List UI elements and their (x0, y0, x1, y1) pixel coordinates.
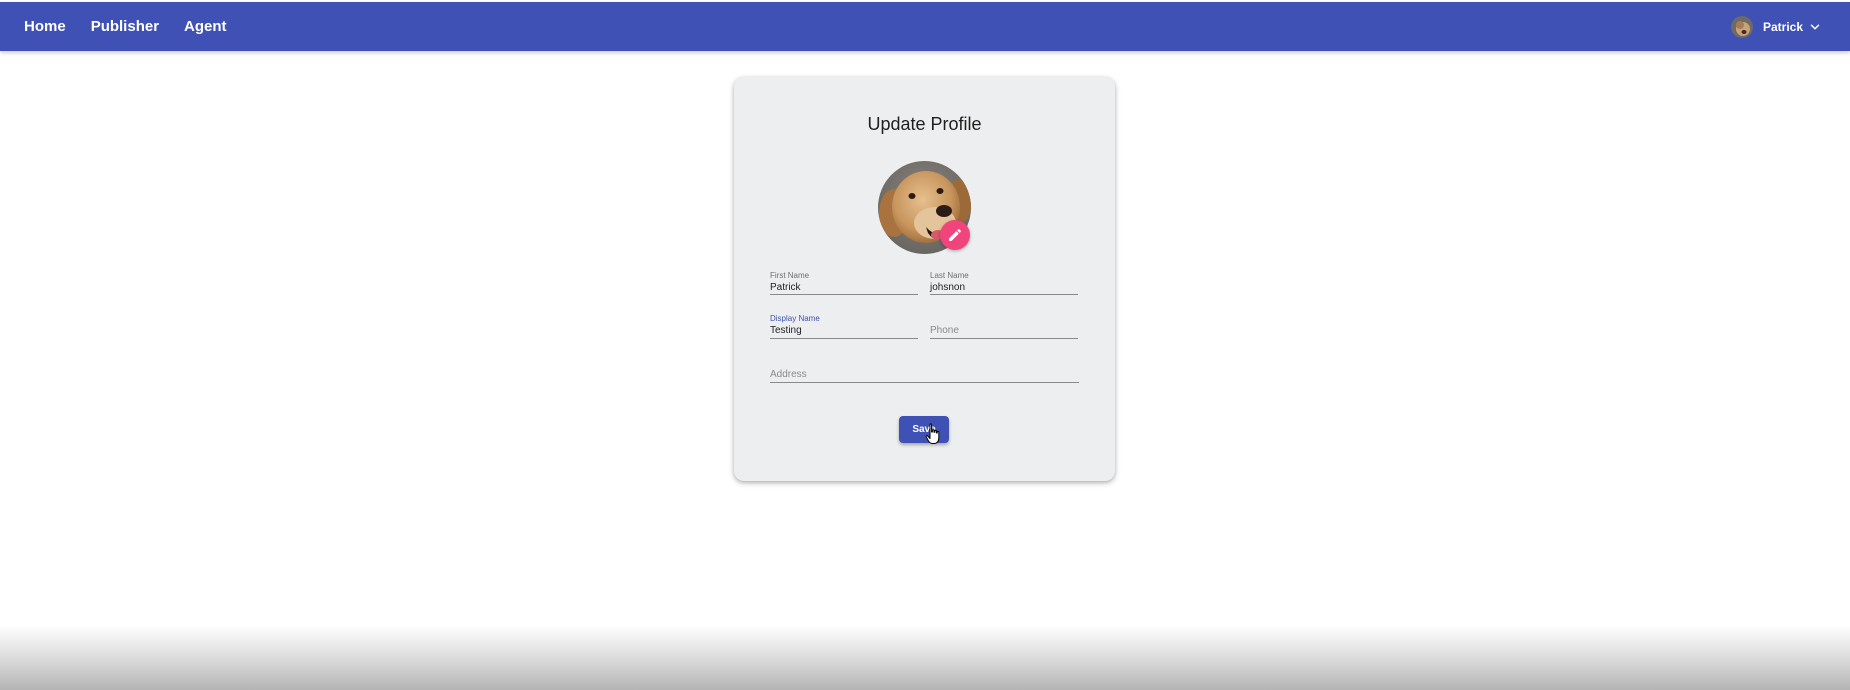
nav-link-agent[interactable]: Agent (184, 18, 227, 35)
update-profile-card: Update Profile First Name Patrick Last N… (734, 77, 1115, 481)
display-name-label: Display Name (770, 314, 820, 323)
first-name-value: Patrick (770, 282, 801, 293)
address-field[interactable]: Address (770, 357, 1079, 383)
chevron-down-icon (1810, 23, 1820, 30)
card-title: Update Profile (867, 114, 982, 134)
phone-field[interactable]: Phone (930, 314, 1078, 339)
phone-placeholder: Phone (930, 325, 959, 336)
user-menu[interactable]: Patrick (1730, 15, 1822, 38)
display-name-field[interactable]: Display Name Testing (770, 314, 918, 339)
bottom-fade-overlay (0, 625, 1850, 690)
pencil-icon (949, 228, 962, 241)
display-name-value: Testing (770, 325, 802, 336)
nav-link-publisher[interactable]: Publisher (91, 18, 159, 35)
save-button[interactable]: Save (899, 416, 949, 443)
edit-photo-button[interactable] (940, 220, 970, 250)
address-placeholder: Address (770, 369, 807, 380)
last-name-value: johsnon (930, 282, 966, 293)
top-app-bar: Home Publisher Agent Patrick (0, 2, 1850, 51)
last-name-label: Last Name (930, 271, 969, 280)
user-avatar-icon (1730, 15, 1753, 38)
first-name-label: First Name (770, 271, 810, 280)
nav-link-home[interactable]: Home (24, 18, 66, 35)
user-name: Patrick (1762, 19, 1803, 34)
first-name-field[interactable]: First Name Patrick (770, 271, 918, 295)
nav-links: Home Publisher Agent (0, 18, 227, 35)
last-name-field[interactable]: Last Name johsnon (930, 271, 1078, 295)
